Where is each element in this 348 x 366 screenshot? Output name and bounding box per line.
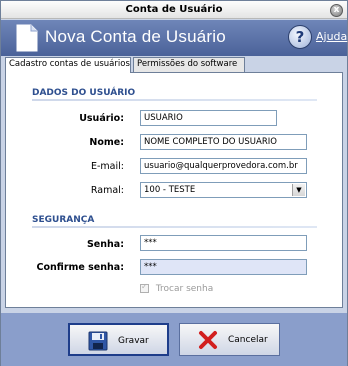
dialog-window: Conta de Usuário x Nova Conta de Usuário… <box>0 0 348 366</box>
help-link[interactable]: Ajuda <box>316 30 347 43</box>
chevron-down-icon[interactable]: ▼ <box>292 184 305 196</box>
floppy-disk-icon <box>88 331 108 351</box>
password-field[interactable]: *** <box>140 235 307 251</box>
extension-select[interactable]: 100 - TESTE ▼ <box>140 182 307 198</box>
extension-label: Ramal: <box>90 185 124 196</box>
save-button[interactable]: Gravar <box>68 323 169 356</box>
change-password-label: Trocar senha <box>155 284 214 294</box>
section-title-security: SEGURANÇA <box>32 215 95 225</box>
cancel-button[interactable]: Cancelar <box>179 323 280 356</box>
username-field[interactable]: USUARIO <box>140 110 277 126</box>
cancel-button-label: Cancelar <box>228 335 268 345</box>
change-password-checkbox[interactable] <box>140 282 149 293</box>
tab-software-permissions[interactable]: Permissões do software <box>133 57 245 72</box>
title-bar: Conta de Usuário x <box>1 1 347 19</box>
change-password-option: Trocar senha <box>140 282 214 294</box>
close-icon[interactable]: x <box>330 4 343 17</box>
email-label: E-mail: <box>91 161 124 172</box>
help-icon[interactable]: ? <box>288 25 312 49</box>
button-bar: Gravar Cancelar <box>1 313 347 366</box>
window-title: Conta de Usuário <box>125 4 223 15</box>
tab-user-accounts[interactable]: Cadastro contas de usuários <box>5 57 131 73</box>
page-title: Nova Conta de Usuário <box>45 27 226 46</box>
password-label: Senha: <box>86 239 124 250</box>
section-title-user-data: DADOS DO USUÁRIO <box>32 88 136 98</box>
name-label: Nome: <box>89 137 124 148</box>
username-label: Usuário: <box>79 113 124 124</box>
document-icon <box>16 24 38 52</box>
red-x-icon <box>199 331 217 349</box>
confirm-password-label: Confirme senha: <box>36 262 124 273</box>
dialog-header: Nova Conta de Usuário ? Ajuda <box>1 20 347 56</box>
tab-panel: DADOS DO USUÁRIO Usuário: USUARIO Nome: … <box>5 72 343 308</box>
name-field[interactable]: NOME COMPLETO DO USUARIO <box>140 134 307 150</box>
section-divider <box>32 226 317 228</box>
confirm-password-field[interactable]: *** <box>140 259 307 275</box>
save-button-label: Gravar <box>118 336 149 346</box>
email-field[interactable]: usuario@qualquerprovedora.com.br <box>140 158 307 174</box>
extension-value: 100 - TESTE <box>144 185 196 195</box>
section-divider <box>32 99 317 101</box>
